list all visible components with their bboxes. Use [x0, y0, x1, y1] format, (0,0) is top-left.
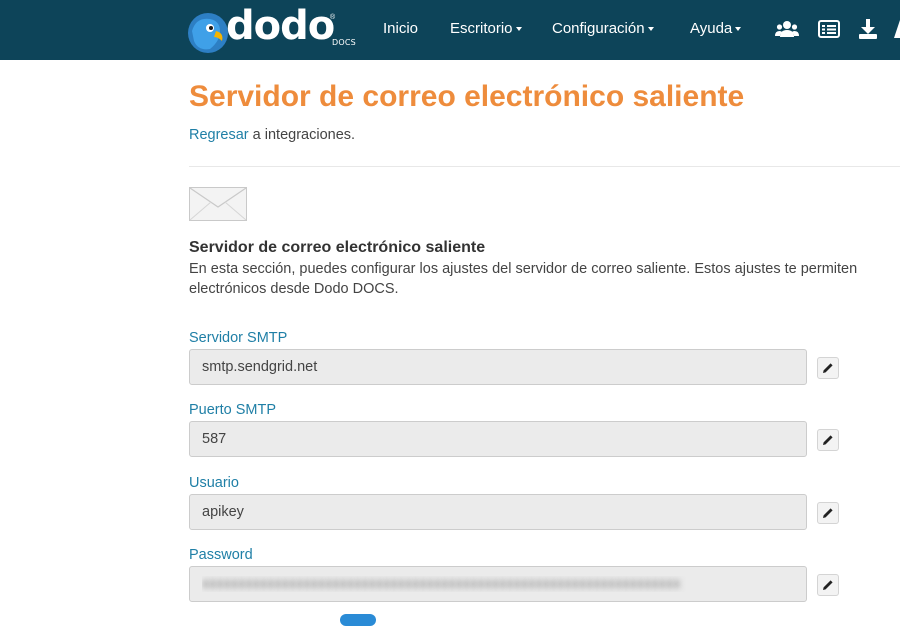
edit-username-button[interactable] [817, 502, 839, 524]
back-link[interactable]: Regresar [189, 127, 249, 143]
list-icon[interactable] [818, 18, 840, 40]
toggle-switch[interactable] [340, 614, 376, 626]
smtp-port-label: Puerto SMTP [189, 402, 277, 418]
top-navbar: dodo ® DOCS Inicio Escritorio Configurac… [0, 0, 900, 60]
smtp-server-input[interactable] [189, 349, 807, 385]
nav-escritorio[interactable]: Escritorio [450, 20, 522, 37]
pencil-icon [823, 580, 833, 590]
pencil-icon [823, 435, 833, 445]
users-icon[interactable] [775, 18, 799, 40]
pencil-icon [823, 508, 833, 518]
overflow-icon[interactable] [892, 18, 900, 40]
edit-smtp-port-button[interactable] [817, 429, 839, 451]
dodo-bird-icon [188, 13, 228, 53]
nav-configuracion[interactable]: Configuración [552, 20, 654, 37]
pencil-icon [823, 363, 833, 373]
back-line: Regresar a integraciones. [189, 127, 355, 143]
nav-ayuda[interactable]: Ayuda [690, 20, 742, 37]
logo-wordmark: dodo [226, 3, 335, 49]
smtp-port-input[interactable] [189, 421, 807, 457]
page-title: Servidor de correo electrónico saliente [189, 80, 745, 113]
username-input[interactable] [189, 494, 807, 530]
nav-inicio[interactable]: Inicio [383, 20, 418, 37]
section-title: Servidor de correo electrónico saliente [189, 239, 486, 256]
edit-password-button[interactable] [817, 574, 839, 596]
username-label: Usuario [189, 475, 239, 491]
password-label: Password [189, 547, 253, 563]
envelope-icon [189, 187, 247, 221]
smtp-server-label: Servidor SMTP [189, 330, 288, 346]
nav-configuracion-label: Configuración [552, 20, 645, 37]
divider [189, 166, 900, 167]
nav-ayuda-label: Ayuda [690, 20, 733, 37]
download-icon[interactable] [858, 18, 878, 40]
password-input[interactable] [189, 566, 807, 602]
chevron-down-icon [735, 27, 742, 32]
logo-docs-sub: DOCS [332, 38, 356, 47]
nav-inicio-label: Inicio [383, 20, 419, 37]
chevron-down-icon [647, 27, 654, 32]
section-description: En esta sección, puedes configurar los a… [189, 261, 858, 297]
edit-smtp-server-button[interactable] [817, 357, 839, 379]
logo-registered: ® [330, 14, 336, 21]
nav-escritorio-label: Escritorio [450, 20, 513, 37]
chevron-down-icon [515, 27, 522, 32]
back-suffix: a integraciones. [248, 127, 356, 143]
